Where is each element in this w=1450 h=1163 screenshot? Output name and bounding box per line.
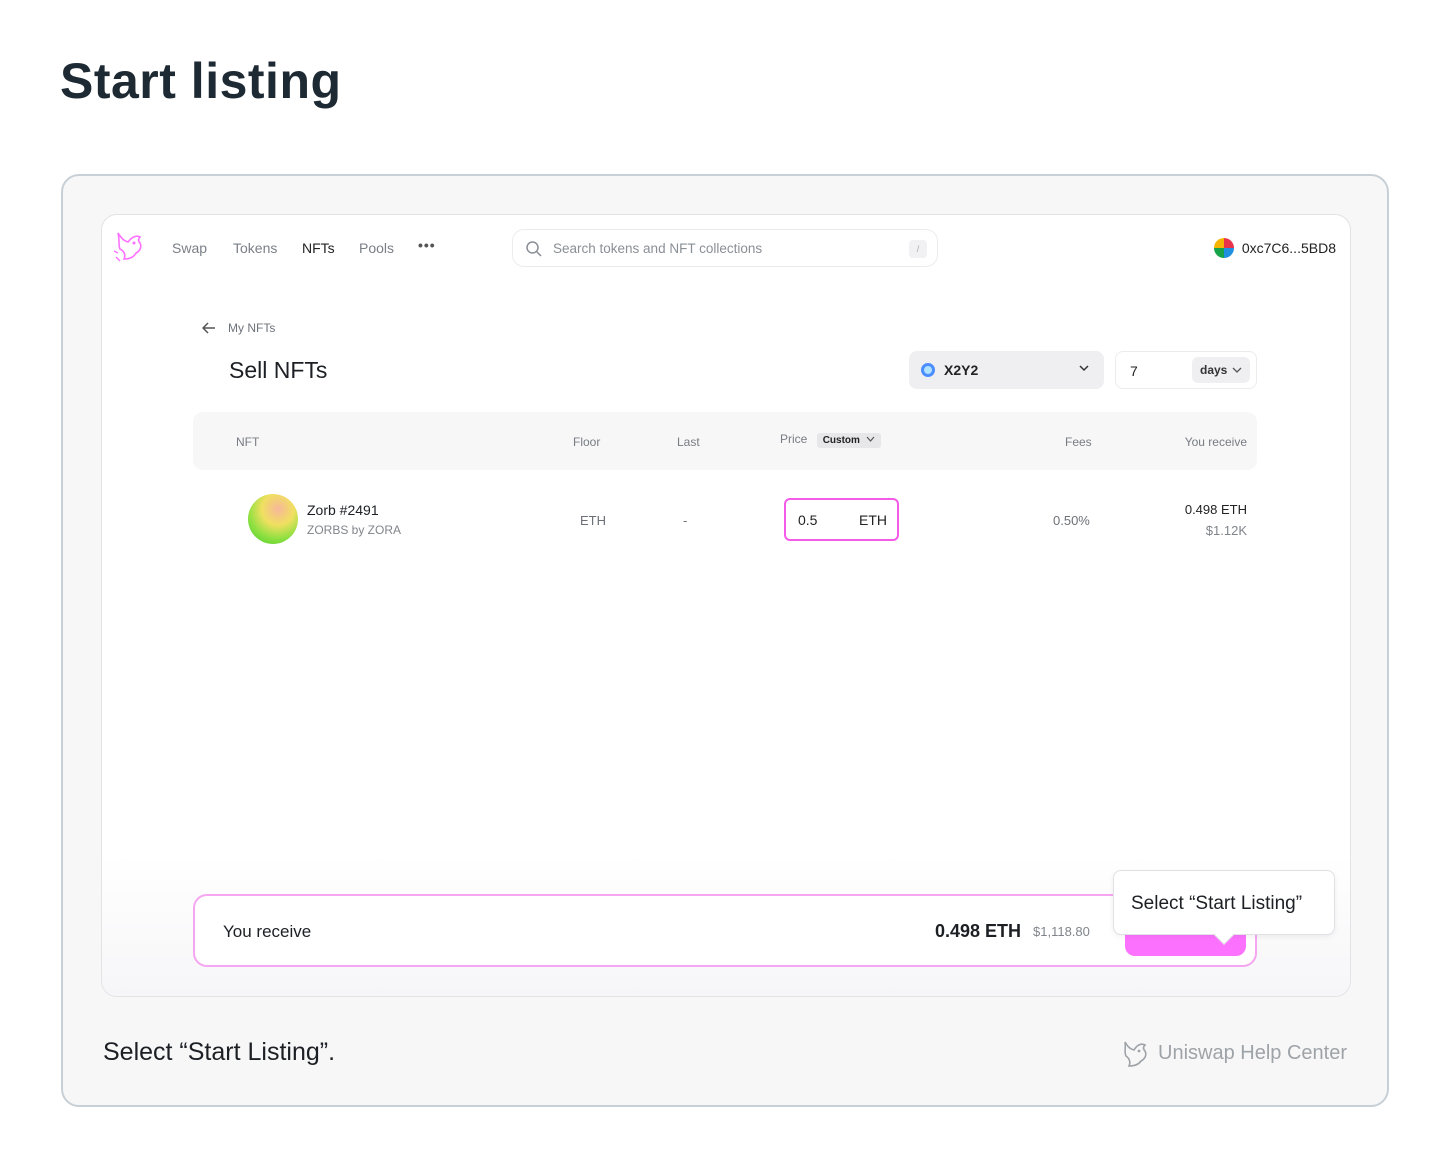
duration-value: 7 bbox=[1130, 363, 1138, 379]
nav-tokens[interactable]: Tokens bbox=[233, 240, 277, 256]
duration-unit-select[interactable]: days bbox=[1192, 357, 1250, 383]
table-row: Zorb #2491 ZORBS by ZORA ETH - 0.5 ETH 0… bbox=[193, 485, 1257, 555]
price-mode-label: Custom bbox=[822, 435, 860, 446]
help-center-brand: Uniswap Help Center bbox=[1120, 1038, 1347, 1068]
wallet-address: 0xc7C6...5BD8 bbox=[1241, 240, 1336, 256]
back-to-my-nfts[interactable]: My NFTs bbox=[202, 321, 275, 335]
search-input[interactable]: Search tokens and NFT collections / bbox=[512, 229, 938, 267]
receive-usd: $1.12K bbox=[1205, 523, 1247, 538]
search-placeholder: Search tokens and NFT collections bbox=[553, 241, 763, 256]
summary-eth: 0.498 ETH bbox=[935, 921, 1022, 941]
page-title: Start listing bbox=[60, 53, 342, 109]
wallet-avatar bbox=[1213, 238, 1234, 258]
search-shortcut-badge: / bbox=[909, 240, 927, 258]
floor-value: ETH bbox=[580, 513, 606, 528]
nft-collection: ZORBS by ZORA bbox=[307, 523, 402, 537]
search-icon bbox=[526, 241, 542, 257]
marketplace-select[interactable]: X2Y2 bbox=[909, 351, 1104, 389]
header-floor: Floor bbox=[573, 435, 601, 449]
listing-summary-bar: You receive 0.498 ETH $1,118.80 Start li… bbox=[193, 894, 1257, 967]
duration-input[interactable]: 7 days bbox=[1115, 351, 1257, 389]
header-last: Last bbox=[677, 435, 700, 449]
duration-unit-label: days bbox=[1200, 363, 1228, 377]
nav-pools[interactable]: Pools bbox=[359, 240, 394, 256]
receive-eth: 0.498 ETH bbox=[1184, 502, 1247, 517]
back-label: My NFTs bbox=[228, 321, 276, 335]
uniswap-logo-icon[interactable] bbox=[112, 229, 146, 265]
nft-name: Zorb #2491 bbox=[307, 502, 379, 518]
summary-usd: $1,118.80 bbox=[1033, 924, 1090, 939]
callout-text: Select “Start Listing” bbox=[1131, 893, 1303, 914]
chevron-down-icon bbox=[866, 436, 875, 442]
fees-value: 0.50% bbox=[1053, 513, 1090, 528]
chevron-down-icon bbox=[1079, 365, 1089, 372]
uniswap-unicorn-icon bbox=[1124, 1041, 1147, 1067]
step-caption: Select “Start Listing”. bbox=[103, 1038, 336, 1066]
price-value: 0.5 bbox=[798, 512, 818, 528]
table-header: NFT Floor Last Price Custom Fees You rec… bbox=[193, 412, 1257, 470]
arrow-left-icon bbox=[202, 322, 215, 334]
header-price: Price Custom bbox=[780, 432, 881, 448]
nav-swap[interactable]: Swap bbox=[172, 240, 207, 256]
summary-label: You receive bbox=[223, 922, 312, 941]
brand-label: Uniswap Help Center bbox=[1158, 1041, 1347, 1064]
tooltip-callout: Select “Start Listing” bbox=[1113, 870, 1335, 945]
app-screen: Swap Tokens NFTs Pools ••• Search tokens… bbox=[101, 214, 1351, 997]
more-menu-icon[interactable]: ••• bbox=[418, 237, 436, 253]
header-you-receive: You receive bbox=[1184, 435, 1247, 449]
price-mode-select[interactable]: Custom bbox=[816, 433, 881, 448]
chevron-down-icon bbox=[1232, 367, 1242, 373]
x2y2-icon bbox=[921, 363, 935, 377]
marketplace-label: X2Y2 bbox=[944, 362, 979, 378]
nft-thumbnail bbox=[248, 494, 298, 544]
header-price-label: Price bbox=[780, 432, 808, 446]
price-input[interactable]: 0.5 ETH bbox=[784, 498, 899, 541]
header-nft: NFT bbox=[236, 435, 260, 449]
header-fees: Fees bbox=[1065, 435, 1092, 449]
last-value: - bbox=[683, 513, 688, 528]
screenshot-card: Swap Tokens NFTs Pools ••• Search tokens… bbox=[61, 174, 1389, 1107]
wallet-button[interactable]: 0xc7C6...5BD8 bbox=[1213, 237, 1336, 259]
navbar: Swap Tokens NFTs Pools ••• Search tokens… bbox=[102, 215, 1350, 281]
sell-title: Sell NFTs bbox=[229, 357, 328, 383]
nav-nfts[interactable]: NFTs bbox=[302, 240, 335, 256]
price-currency: ETH bbox=[859, 512, 887, 528]
